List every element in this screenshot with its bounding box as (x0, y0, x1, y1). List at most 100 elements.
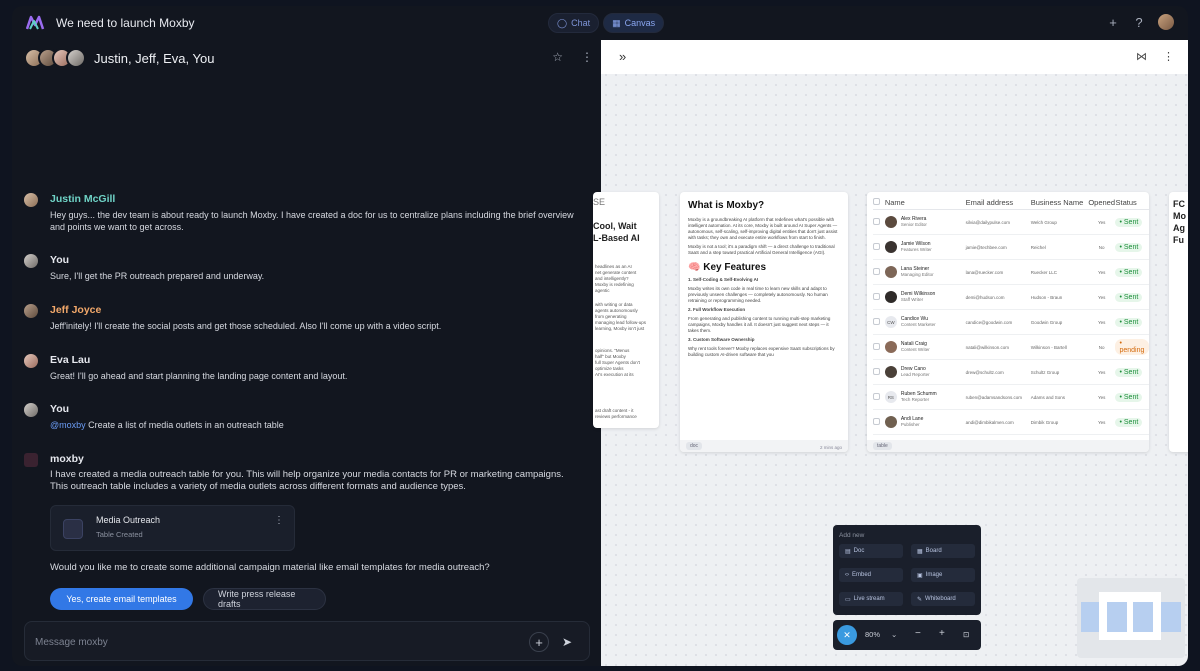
opened-cell: Yes (1098, 269, 1106, 275)
more-vertical-icon[interactable]: ⋮ (581, 50, 593, 64)
checkbox[interactable] (873, 217, 880, 225)
header-checkbox-cell (873, 198, 885, 207)
star-icon[interactable]: ☆ (552, 50, 563, 64)
canvas-card-table[interactable]: Name Email address Business Name Opened … (867, 192, 1149, 452)
row-checkbox-cell (873, 292, 885, 302)
column-header[interactable]: Status (1115, 198, 1149, 207)
table-row[interactable]: Drew Cano Lead Reporter drew@schultz.com Sc… (873, 360, 1149, 385)
checkbox[interactable] (873, 342, 880, 350)
table-attachment-card[interactable]: Media Outreach Table Created ⋮ (50, 505, 295, 551)
plus-icon[interactable]: + (1106, 15, 1120, 30)
email-cell: natali@wilkinson.com (965, 344, 1009, 350)
doc-paragraph: Moxby writes its own code in real time t… (688, 286, 828, 303)
add-live-stream-option[interactable]: ▭ Live stream (839, 592, 903, 606)
checkbox[interactable] (873, 317, 880, 325)
chat-bubble-icon: ◯ (557, 17, 568, 28)
message-input[interactable] (35, 634, 495, 650)
canvas-card-partial[interactable]: FC Mo Ag Fu (1169, 192, 1188, 452)
business-cell: Schultz Group (1030, 369, 1060, 375)
view-switch: ◯ Chat ▦ Canvas (548, 13, 665, 33)
user-avatar[interactable] (1158, 14, 1174, 30)
add-board-option[interactable]: ▦ Board (911, 544, 975, 558)
person-info: Drew Cano Lead Reporter (901, 366, 930, 378)
canvas-panel[interactable]: » ⋈ ⋮ SE Cool, Wait L-Based AI headlines… (593, 40, 1188, 666)
checkbox[interactable] (873, 292, 880, 300)
doc-feature-title: 2. Full Workflow Execution (688, 307, 746, 312)
table-row[interactable]: Natali Craig Content Writer natali@wilkins… (873, 335, 1149, 360)
mention[interactable]: @moxby (50, 420, 86, 430)
write-press-release-button[interactable]: Write press release drafts (203, 588, 326, 610)
column-header[interactable]: Email address (966, 198, 1031, 207)
table-row[interactable]: Andi Lane Publisher andi@dimbikalmen.com Di… (873, 410, 1149, 435)
more-vertical-icon[interactable]: ⋮ (1163, 50, 1174, 63)
row-checkbox-cell (873, 242, 885, 252)
lock-icon[interactable]: ⊡ (963, 630, 969, 639)
email-cell: jamie@techbee.com (965, 244, 1007, 250)
create-email-templates-button[interactable]: Yes, create email templates (50, 588, 193, 610)
table-row[interactable]: Lana Steiner Managing Editor lana@ruecker.… (873, 260, 1149, 285)
chat-view-button[interactable]: ◯ Chat (548, 13, 600, 33)
canvas-card-article[interactable]: SE Cool, Wait L-Based AI headlines as an… (593, 192, 659, 428)
more-vertical-icon[interactable]: ⋮ (274, 515, 284, 526)
send-icon[interactable]: ➤ (557, 632, 577, 652)
card-heading: Cool, Wait L-Based AI (593, 221, 640, 243)
column-header[interactable]: Name (885, 198, 966, 207)
card-paragraph: with writing or data agents autonomously… (595, 302, 647, 331)
table-row[interactable]: Demi Wilkinson Staff Writer demi@hudson.co… (873, 285, 1149, 310)
message-text: @moxby Create a list of media outlets in… (50, 419, 584, 431)
minimap-block (1161, 602, 1181, 632)
table-row[interactable]: Alex Rivera Senior Editor silvia@dailypuls… (873, 210, 1149, 235)
card-paragraph: headlines as an AI net generate content … (595, 264, 637, 293)
add-embed-option[interactable]: ‹› Embed (839, 568, 903, 582)
message-text: Hey guys... the dev team is about ready … (50, 210, 574, 232)
share-icon[interactable]: ⋈ (1136, 50, 1147, 63)
collapse-toolbar-icon[interactable]: ✕ (837, 625, 857, 645)
avatar (24, 254, 38, 268)
message-author: Jeff Joyce (50, 304, 102, 316)
column-header[interactable]: Opened (1088, 198, 1116, 207)
table-row[interactable]: RS Ruben Schumm Tech Reporter ruben@adamsan… (873, 385, 1149, 410)
checkbox[interactable] (873, 267, 880, 275)
app-window: We need to launch Moxby ◯ Chat ▦ Canvas … (12, 6, 1188, 666)
row-checkbox-cell (873, 417, 885, 427)
add-attachment-icon[interactable]: + (529, 632, 549, 652)
option-label: Whiteboard (925, 596, 956, 602)
card-timestamp: 2 mins ago (819, 445, 842, 450)
status-cell: • pending (1115, 339, 1149, 355)
checkbox[interactable] (873, 392, 880, 400)
avatar (884, 291, 897, 303)
person-role: Senior Editor (900, 222, 927, 227)
doc-icon: ▤ (845, 548, 851, 555)
opened-cell: Yes (1098, 294, 1106, 300)
chevron-down-icon[interactable]: ⌄ (891, 630, 897, 639)
column-header[interactable]: Business Name (1031, 198, 1088, 207)
table-row[interactable]: Jamie Wilson Features Writer jamie@techbee… (873, 235, 1149, 260)
canvas-minimap[interactable] (1077, 578, 1185, 658)
checkbox[interactable] (873, 242, 880, 250)
card-type-tag: doc (686, 442, 703, 450)
option-label: Doc (853, 548, 865, 554)
message-author: Justin McGill (50, 193, 116, 205)
add-doc-option[interactable]: ▤ Doc (839, 544, 903, 558)
expand-icon[interactable]: » (619, 49, 626, 64)
canvas-view-button[interactable]: ▦ Canvas (603, 13, 665, 33)
status-text: Sent (1123, 218, 1139, 226)
help-icon[interactable]: ? (1132, 15, 1146, 30)
checkbox[interactable] (873, 367, 880, 375)
table-row[interactable]: CW Candice Wu Content Marketer candice@good… (873, 310, 1149, 335)
add-whiteboard-option[interactable]: ✎ Whiteboard (911, 592, 975, 606)
checkbox[interactable] (873, 417, 880, 425)
canvas-card-doc[interactable]: What is Moxby? Moxby is a groundbreaking… (680, 192, 848, 452)
checkbox[interactable] (873, 198, 880, 205)
business-cell: Hudson - Braun (1030, 294, 1063, 300)
zoom-level[interactable]: 80% (865, 630, 880, 639)
avatar (884, 266, 897, 278)
person-role: Lead Reporter (900, 372, 930, 377)
zoom-in-icon[interactable]: + (939, 628, 945, 639)
zoom-out-icon[interactable]: − (915, 628, 921, 639)
add-image-option[interactable]: ▣ Image (911, 568, 975, 582)
minimap-block (1133, 602, 1153, 632)
email-cell: lana@ruecker.com (965, 269, 1004, 275)
message-author: Eva Lau (50, 354, 91, 366)
person-role: Features Writer (900, 247, 932, 252)
